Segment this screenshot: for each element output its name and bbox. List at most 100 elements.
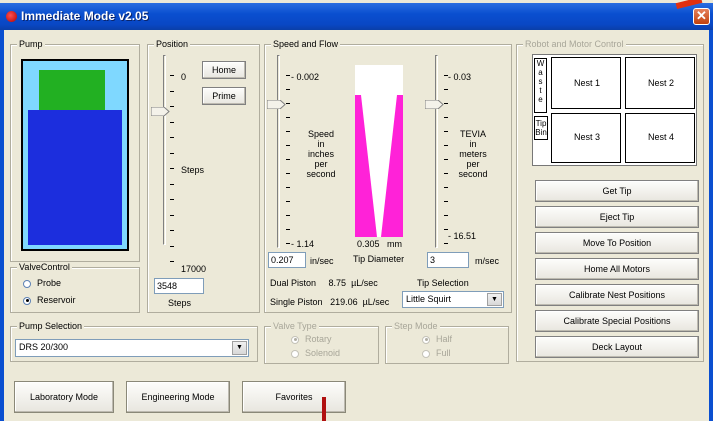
- home-button[interactable]: Home: [202, 61, 246, 79]
- slider-tick: [286, 75, 290, 76]
- slider-tick: [444, 173, 448, 174]
- solenoid-label: Solenoid: [305, 348, 341, 358]
- nest-3-label: Nest 3: [574, 132, 601, 142]
- speed-bottom-value: - 1.14: [291, 239, 315, 249]
- app-icon: [6, 11, 17, 22]
- nest-4-label: Nest 4: [648, 132, 675, 142]
- pump-selection-value: DRS 20/300: [19, 342, 69, 352]
- bottom-toolbar: Laboratory Mode Engineering Mode Favorit…: [4, 369, 709, 421]
- slider-tick: [286, 229, 290, 230]
- rotary-radio-dot[interactable]: [291, 335, 299, 344]
- position-top-value: 0: [181, 72, 187, 82]
- tevia-unit: m/sec: [475, 256, 500, 266]
- home-all-motors-button[interactable]: Home All Motors: [535, 258, 699, 280]
- probe-radio-dot[interactable]: [23, 279, 31, 288]
- steps-input[interactable]: 3548: [154, 278, 204, 294]
- laboratory-mode-button[interactable]: Laboratory Mode: [14, 381, 114, 413]
- waste-letter: e: [538, 95, 543, 104]
- pump-group-label: Pump: [17, 39, 45, 50]
- slider-tick: [286, 145, 290, 146]
- tevia-caption-line: second: [458, 169, 488, 179]
- nest-2-label: Nest 2: [648, 78, 675, 88]
- speed-flow-label: Speed and Flow: [271, 39, 341, 50]
- half-step-radio[interactable]: Half: [422, 334, 452, 344]
- tevia-caption-line: in: [469, 139, 477, 149]
- speed-slider-track[interactable]: [277, 55, 280, 248]
- calibrate-nest-positions-button[interactable]: Calibrate Nest Positions: [535, 284, 699, 306]
- favorites-button[interactable]: Favorites: [242, 381, 346, 413]
- slider-tick: [444, 131, 448, 132]
- probe-label: Probe: [37, 278, 62, 288]
- chevron-down-icon[interactable]: ▼: [232, 341, 247, 355]
- slider-tick: [286, 89, 290, 90]
- move-to-position-button[interactable]: Move To Position: [535, 232, 699, 254]
- position-group-label: Position: [154, 39, 191, 50]
- valve-control-label: ValveControl: [17, 262, 72, 273]
- tevia-slider-thumb[interactable]: [425, 100, 444, 109]
- waste-letter: W: [536, 59, 545, 68]
- slider-tick: [444, 215, 448, 216]
- slider-tick: [170, 90, 174, 92]
- pump-group: Pump: [10, 39, 140, 262]
- nest-1[interactable]: Nest 1: [551, 57, 621, 109]
- probe-radio[interactable]: Probe: [23, 278, 61, 288]
- calibrate-special-positions-button[interactable]: Calibrate Special Positions: [535, 310, 699, 332]
- prime-button[interactable]: Prime: [202, 87, 246, 105]
- slider-tick: [170, 106, 174, 107]
- tevia-caption-line: meters: [459, 149, 487, 159]
- slider-tick: [170, 245, 174, 247]
- title-bar: Immediate Mode v2.05 ✕: [0, 3, 713, 30]
- speed-flow-group: Speed and Flow - 0.002 Speed in inches p…: [264, 39, 512, 313]
- rotary-radio[interactable]: Rotary: [291, 334, 332, 344]
- rotary-label: Rotary: [305, 334, 332, 344]
- deck-layout-button[interactable]: Deck Layout: [535, 336, 699, 358]
- slider-tick: [170, 152, 174, 154]
- get-tip-button[interactable]: Get Tip: [535, 180, 699, 202]
- full-step-label: Full: [436, 348, 451, 358]
- chevron-down-icon[interactable]: ▼: [487, 293, 502, 306]
- speed-unit: in/sec: [310, 256, 334, 266]
- nest-4[interactable]: Nest 4: [625, 113, 695, 163]
- slider-tick: [286, 173, 290, 174]
- position-steps-caption: Steps: [181, 165, 205, 175]
- solenoid-radio-dot[interactable]: [291, 349, 299, 358]
- tip-selection-dropdown[interactable]: Little Squirt ▼: [402, 291, 504, 308]
- tip-bin-slot[interactable]: Tip Bin: [534, 116, 548, 140]
- nest-2[interactable]: Nest 2: [625, 57, 695, 109]
- full-step-radio-dot[interactable]: [422, 349, 430, 358]
- speed-slider-thumb[interactable]: [267, 100, 286, 109]
- tip-selection-value: Little Squirt: [406, 294, 452, 304]
- slider-tick: [444, 201, 448, 202]
- valve-type-label: Valve Type: [271, 321, 319, 332]
- steps-unit-label: Steps: [168, 298, 192, 308]
- tevia-slider-track[interactable]: [435, 55, 438, 248]
- syringe-frame: [21, 59, 129, 251]
- half-step-radio-dot[interactable]: [422, 335, 430, 344]
- reservoir-radio[interactable]: Reservoir: [23, 295, 76, 305]
- solenoid-radio[interactable]: Solenoid: [291, 348, 340, 358]
- close-icon[interactable]: ✕: [693, 8, 710, 25]
- slider-tick: [170, 199, 174, 200]
- position-slider-track[interactable]: [163, 55, 166, 245]
- slider-tick: [444, 159, 448, 160]
- deck-map: W a s t e Tip Bin Nest 1 Nest 2 Nest 3 N…: [532, 54, 697, 166]
- tevia-caption-line: TEVIA: [459, 129, 486, 139]
- position-slider-thumb[interactable]: [151, 107, 170, 116]
- tip-diameter-unit: mm: [387, 239, 403, 249]
- full-step-radio[interactable]: Full: [422, 348, 451, 358]
- tevia-input[interactable]: 3: [427, 252, 469, 268]
- client-area: Pump ValveControl Probe Reservoir Positi…: [0, 30, 713, 421]
- robot-motor-label: Robot and Motor Control: [523, 39, 626, 50]
- nest-3[interactable]: Nest 3: [551, 113, 621, 163]
- slider-tick: [286, 243, 290, 244]
- pump-selection-dropdown[interactable]: DRS 20/300 ▼: [15, 339, 249, 357]
- tip-diagram: [355, 65, 403, 237]
- eject-tip-button[interactable]: Eject Tip: [535, 206, 699, 228]
- speed-input[interactable]: 0.207: [268, 252, 306, 268]
- slider-tick: [444, 229, 448, 230]
- dual-piston-label: Dual Piston: [270, 278, 317, 288]
- waste-slot[interactable]: W a s t e: [534, 58, 547, 113]
- reservoir-radio-dot[interactable]: [23, 296, 31, 305]
- engineering-mode-button[interactable]: Engineering Mode: [126, 381, 230, 413]
- speed-caption-line: Speed: [307, 129, 335, 139]
